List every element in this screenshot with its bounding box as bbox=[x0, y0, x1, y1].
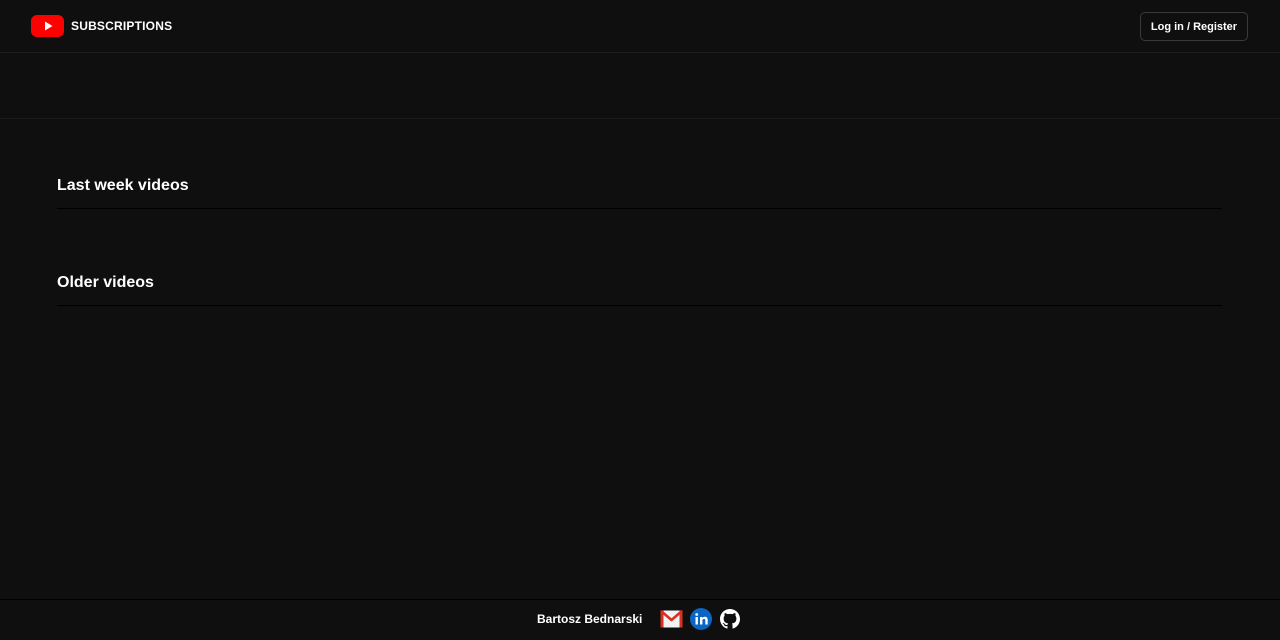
footer-author: Bartosz Bednarski bbox=[537, 612, 643, 626]
sub-header-band bbox=[0, 53, 1280, 119]
linkedin-icon[interactable] bbox=[689, 608, 712, 630]
youtube-play-icon bbox=[31, 15, 64, 37]
brand-link[interactable]: SUBSCRIPTIONS bbox=[31, 15, 172, 37]
top-bar: SUBSCRIPTIONS Log in / Register bbox=[0, 0, 1280, 53]
login-register-button[interactable]: Log in / Register bbox=[1140, 12, 1248, 41]
footer: Bartosz Bednarski bbox=[0, 599, 1280, 640]
github-icon[interactable] bbox=[718, 608, 741, 630]
older-videos-section: Older videos bbox=[57, 273, 1222, 306]
section-divider bbox=[57, 305, 1222, 306]
section-title-older: Older videos bbox=[57, 274, 154, 291]
section-divider bbox=[57, 208, 1222, 209]
footer-social-links bbox=[660, 608, 741, 630]
brand-title: SUBSCRIPTIONS bbox=[71, 19, 173, 33]
section-title-last-week: Last week videos bbox=[57, 177, 189, 194]
last-week-videos-section: Last week videos bbox=[57, 176, 1222, 209]
page: SUBSCRIPTIONS Log in / Register Last wee… bbox=[0, 0, 1280, 640]
gmail-icon[interactable] bbox=[660, 608, 683, 630]
